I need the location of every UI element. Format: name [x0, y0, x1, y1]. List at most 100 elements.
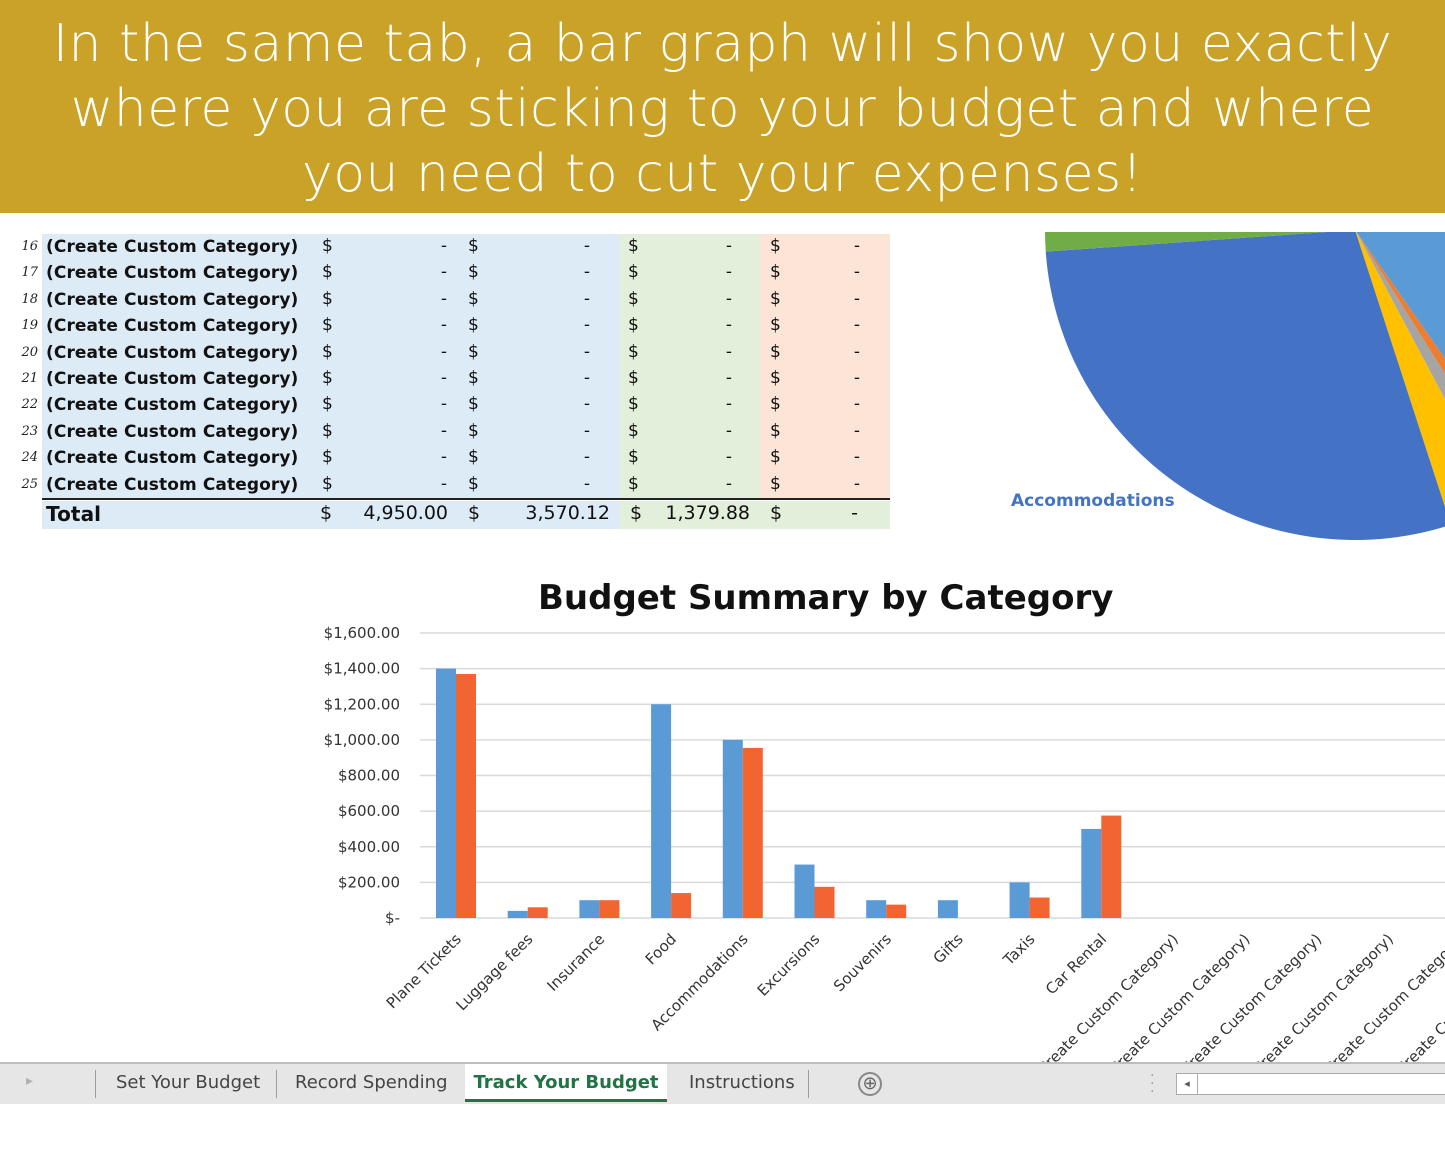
budget-cell[interactable]: - — [347, 262, 447, 282]
actual-cell[interactable]: - — [490, 421, 590, 441]
over-cell[interactable]: - — [760, 394, 860, 414]
bar-budget-2[interactable] — [579, 900, 600, 918]
budget-cell[interactable]: - — [347, 368, 447, 388]
bar-actual-3[interactable] — [671, 893, 692, 918]
x-tick-label: Insurance — [543, 930, 608, 995]
y-tick-label: $1,200.00 — [324, 695, 400, 713]
x-tick-label: Gifts — [930, 930, 967, 967]
category-cell[interactable]: (Create Custom Category) — [46, 237, 298, 257]
tab-record-spending[interactable]: Record Spending — [295, 1064, 448, 1102]
tab-set-your-budget[interactable]: Set Your Budget — [116, 1064, 260, 1102]
currency-symbol: $ — [468, 502, 481, 524]
table-row: 18 (Create Custom Category) $ - $ - $ - $ - — [0, 287, 890, 313]
under-cell[interactable]: - — [632, 289, 732, 309]
bar-budget-1[interactable] — [507, 910, 528, 918]
over-cell[interactable]: - — [760, 421, 860, 441]
actual-cell[interactable]: - — [490, 474, 590, 494]
budget-cell[interactable]: - — [347, 474, 447, 494]
actual-cell[interactable]: - — [490, 368, 590, 388]
budget-cell[interactable]: - — [347, 421, 447, 441]
actual-cell[interactable]: - — [490, 289, 590, 309]
y-tick-label: $800.00 — [338, 767, 400, 785]
over-cell[interactable]: - — [760, 315, 860, 335]
add-sheet-icon[interactable]: ⊕ — [858, 1072, 882, 1096]
bar-budget-9[interactable] — [1081, 828, 1102, 918]
category-cell[interactable]: (Create Custom Category) — [46, 475, 298, 495]
bar-budget-8[interactable] — [1009, 882, 1030, 918]
bar-actual-5[interactable] — [814, 886, 835, 918]
budget-cell[interactable]: - — [347, 394, 447, 414]
over-cell[interactable]: - — [760, 368, 860, 388]
over-cell[interactable]: - — [760, 474, 860, 494]
budget-cell[interactable]: - — [347, 447, 447, 467]
pie-slice-label: Accommodations — [1011, 491, 1175, 511]
scroll-left-icon[interactable]: ◂ — [1177, 1074, 1198, 1094]
table-row: 24 (Create Custom Category) $ - $ - $ - $ - — [0, 445, 890, 471]
budget-cell[interactable]: - — [347, 289, 447, 309]
under-cell[interactable]: - — [632, 342, 732, 362]
table-row: 23 (Create Custom Category) $ - $ - $ - $ - — [0, 419, 890, 445]
category-cell[interactable]: (Create Custom Category) — [46, 343, 298, 363]
bar-actual-8[interactable] — [1029, 897, 1050, 918]
bar-budget-0[interactable] — [436, 668, 456, 918]
category-cell[interactable]: (Create Custom Category) — [46, 290, 298, 310]
category-cell[interactable]: (Create Custom Category) — [46, 395, 298, 415]
total-under-cell: 1,379.88 — [665, 502, 750, 524]
tab-scroll-arrow-icon[interactable]: ▸ — [26, 1073, 33, 1089]
actual-cell[interactable]: - — [490, 262, 590, 282]
actual-cell[interactable]: - — [490, 342, 590, 362]
currency-symbol: $ — [468, 236, 479, 256]
actual-cell[interactable]: - — [490, 447, 590, 467]
category-cell[interactable]: (Create Custom Category) — [46, 263, 298, 283]
bar-budget-7[interactable] — [937, 900, 958, 918]
bar-actual-2[interactable] — [599, 900, 620, 918]
actual-cell[interactable]: - — [490, 315, 590, 335]
row-number: 17 — [21, 265, 38, 281]
sheet-tab-bar: ▸ Set Your Budget Record Spending Track … — [0, 1062, 1445, 1104]
bar-budget-4[interactable] — [722, 739, 743, 918]
bar-budget-5[interactable] — [794, 864, 815, 918]
x-tick-label: Excursions — [754, 930, 824, 1000]
bar-budget-3[interactable] — [651, 704, 672, 918]
bar-actual-4[interactable] — [742, 747, 763, 918]
total-budget-cell: 4,950.00 — [363, 502, 448, 524]
budget-cell[interactable]: - — [347, 342, 447, 362]
budget-cell[interactable]: - — [347, 236, 447, 256]
under-cell[interactable]: - — [632, 368, 732, 388]
bar-actual-1[interactable] — [527, 907, 548, 918]
currency-symbol: $ — [322, 315, 333, 336]
under-cell[interactable]: - — [632, 394, 732, 414]
total-over-cell: - — [851, 502, 858, 524]
over-cell[interactable]: - — [760, 447, 860, 467]
currency-symbol: $ — [468, 315, 479, 336]
bar-actual-6[interactable] — [886, 904, 907, 918]
currency-symbol: $ — [468, 288, 479, 309]
category-cell[interactable]: (Create Custom Category) — [46, 448, 298, 468]
category-cell[interactable]: (Create Custom Category) — [46, 369, 298, 389]
budget-cell[interactable]: - — [347, 315, 447, 335]
category-cell[interactable]: (Create Custom Category) — [46, 422, 298, 442]
over-cell[interactable]: - — [760, 262, 860, 282]
over-cell[interactable]: - — [760, 289, 860, 309]
over-cell[interactable]: - — [760, 342, 860, 362]
y-tick-label: $1,600.00 — [324, 624, 400, 642]
under-cell[interactable]: - — [632, 262, 732, 282]
under-cell[interactable]: - — [632, 236, 732, 256]
x-tick-label: Souvenirs — [830, 930, 895, 995]
over-cell[interactable]: - — [760, 236, 860, 256]
tab-instructions[interactable]: Instructions — [689, 1064, 795, 1102]
category-cell[interactable]: (Create Custom Category) — [46, 316, 298, 336]
under-cell[interactable]: - — [632, 315, 732, 335]
pie-slice-insurance — [1356, 232, 1445, 400]
under-cell[interactable]: - — [632, 474, 732, 494]
under-cell[interactable]: - — [632, 447, 732, 467]
bar-actual-9[interactable] — [1101, 815, 1122, 918]
options-dots-icon[interactable]: · · · — [1150, 1069, 1154, 1099]
horizontal-scrollbar[interactable]: ◂ — [1176, 1073, 1445, 1095]
under-cell[interactable]: - — [632, 421, 732, 441]
actual-cell[interactable]: - — [490, 236, 590, 256]
bar-actual-0[interactable] — [456, 673, 476, 918]
tab-track-your-budget[interactable]: Track Your Budget — [465, 1064, 667, 1102]
bar-budget-6[interactable] — [866, 900, 887, 918]
actual-cell[interactable]: - — [490, 394, 590, 414]
